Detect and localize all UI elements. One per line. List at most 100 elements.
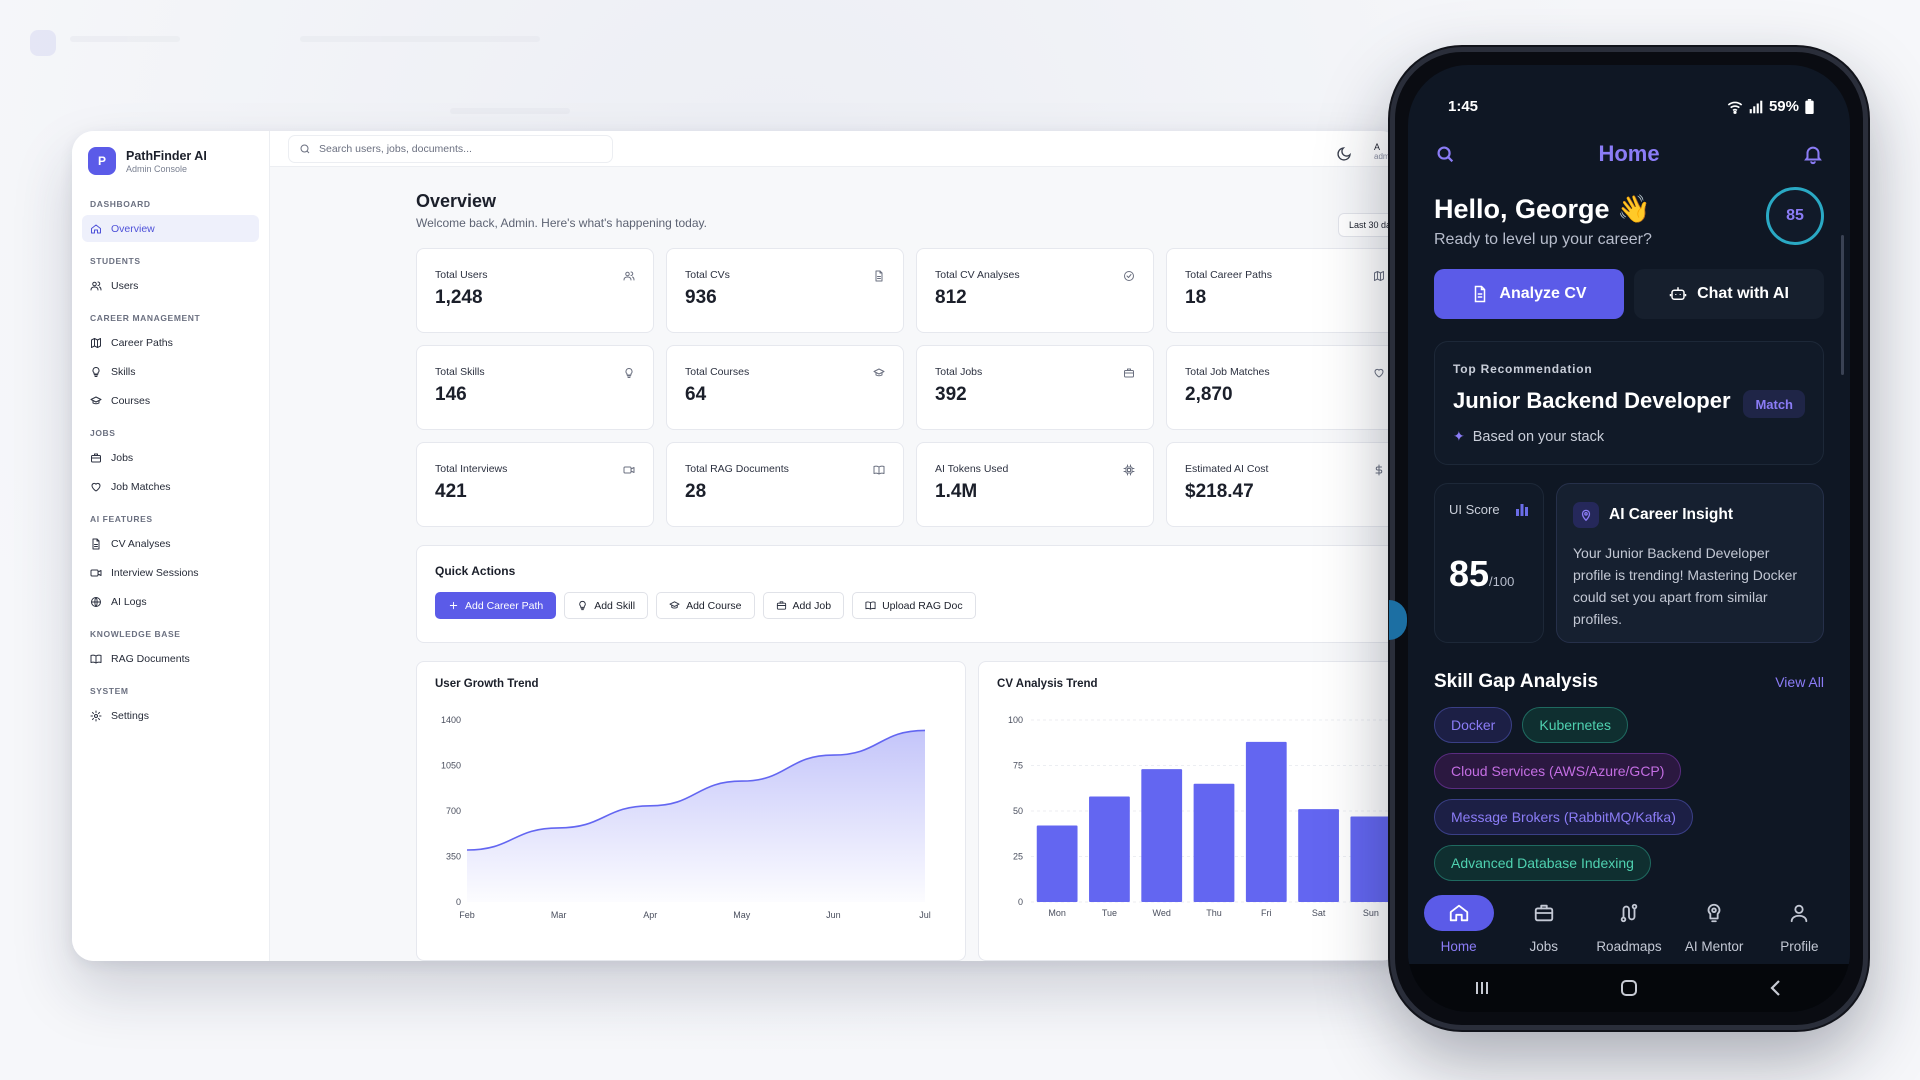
ai-insight-card[interactable]: AI Career Insight Your Junior Backend De… xyxy=(1556,483,1824,643)
stat-card[interactable]: Total Interviews 421 xyxy=(416,442,654,527)
insight-text: Your Junior Backend Developer profile is… xyxy=(1573,545,1798,627)
quick-action-label: Add Skill xyxy=(594,599,636,612)
file-icon xyxy=(90,538,102,550)
moon-icon[interactable] xyxy=(1336,146,1352,162)
cv-analysis-chart-svg: 0 25 50 75 100 Mon Tue Wed Thu Fri Sat Sun xyxy=(1008,715,1398,918)
users-icon xyxy=(623,269,635,281)
stat-card[interactable]: Total Users 1,248 xyxy=(416,248,654,333)
stat-card[interactable]: Total Skills 146 xyxy=(416,345,654,430)
cpu-icon xyxy=(1123,463,1135,476)
sidebar-item-job-matches[interactable]: Job Matches xyxy=(82,473,259,500)
tab-label: AI Mentor xyxy=(1684,938,1744,954)
skill-chip[interactable]: Advanced Database Indexing xyxy=(1434,845,1651,881)
admin-window: P PathFinder AI Admin Console DASHBOARD O… xyxy=(72,131,1402,961)
x-tick-label: Jun xyxy=(826,910,841,920)
stat-card[interactable]: Total Job Matches 2,870 xyxy=(1166,345,1402,430)
skill-chip[interactable]: Message Brokers (RabbitMQ/Kafka) xyxy=(1434,799,1693,835)
home-button-icon[interactable] xyxy=(1619,978,1639,998)
add-course-button[interactable]: Add Course xyxy=(656,592,755,619)
score-ring[interactable]: 85 xyxy=(1766,187,1824,245)
view-all-link[interactable]: View All xyxy=(1775,674,1824,690)
add-skill-button[interactable]: Add Skill xyxy=(564,592,649,619)
gear-icon xyxy=(90,710,102,722)
bar[interactable] xyxy=(1089,796,1130,902)
sidebar-item-interview-sessions[interactable]: Interview Sessions xyxy=(82,559,259,586)
sparkle-icon: ✦ xyxy=(1453,428,1465,444)
stat-card[interactable]: AI Tokens Used 1.4M xyxy=(916,442,1154,527)
add-job-button[interactable]: Add Job xyxy=(762,592,845,619)
bar[interactable] xyxy=(1298,809,1339,902)
sidebar-item-rag-documents[interactable]: RAG Documents xyxy=(82,645,259,672)
stat-card[interactable]: Estimated AI Cost $218.47 xyxy=(1166,442,1402,527)
system-nav-bar xyxy=(1408,964,1850,1012)
stat-value: 1.4M xyxy=(935,481,978,502)
bar[interactable] xyxy=(1036,825,1078,902)
ui-score-card[interactable]: UI Score 85/100 xyxy=(1434,483,1544,643)
ui-score-value: 85/100 xyxy=(1449,553,1515,594)
edge-panel-handle[interactable] xyxy=(1389,600,1407,640)
tab-ai-mentor[interactable]: AI Mentor xyxy=(1679,895,1749,954)
skill-chip[interactable]: Cloud Services (AWS/Azure/GCP) xyxy=(1434,753,1682,789)
recents-icon[interactable] xyxy=(1472,978,1492,998)
stat-label: Total Career Paths xyxy=(1185,269,1272,281)
sidebar-item-label: Jobs xyxy=(111,451,134,464)
search-icon[interactable] xyxy=(1434,143,1456,165)
brand-subtitle: Admin Console xyxy=(126,163,188,174)
sidebar-item-ai-logs[interactable]: AI Logs xyxy=(82,588,259,615)
bar[interactable] xyxy=(1141,769,1183,902)
sidebar-item-courses[interactable]: Courses xyxy=(82,387,259,414)
analyze-cv-button[interactable]: Analyze CV xyxy=(1434,269,1624,319)
recommendation-card[interactable]: Top Recommendation Junior Backend Develo… xyxy=(1434,341,1824,465)
tab-roadmaps[interactable]: Roadmaps xyxy=(1594,895,1664,954)
bar[interactable] xyxy=(1350,816,1392,902)
stat-card[interactable]: Total Career Paths 18 xyxy=(1166,248,1402,333)
y-tick-label: 1050 xyxy=(441,761,461,771)
back-icon[interactable] xyxy=(1766,978,1786,998)
sidebar-section-title: AI FEATURES xyxy=(90,514,153,524)
search-placeholder: Search users, jobs, documents... xyxy=(319,142,472,155)
sidebar-item-career-paths[interactable]: Career Paths xyxy=(82,329,259,356)
bar[interactable] xyxy=(1245,741,1287,902)
map-icon xyxy=(1373,269,1385,281)
tab-home[interactable]: Home xyxy=(1423,894,1494,954)
upload-rag-doc-button[interactable]: Upload RAG Doc xyxy=(852,592,976,619)
sidebar-item-settings[interactable]: Settings xyxy=(82,702,259,729)
book-icon xyxy=(865,600,876,611)
sidebar-item-skills[interactable]: Skills xyxy=(82,358,259,385)
sidebar-item-label: Career Paths xyxy=(111,336,173,349)
brand[interactable]: P PathFinder AI Admin Console xyxy=(82,147,259,185)
y-tick-label: 1400 xyxy=(441,715,461,725)
skill-chip[interactable]: Kubernetes xyxy=(1522,707,1628,743)
chat-with-ai-button[interactable]: Chat with AI xyxy=(1634,269,1824,319)
bell-icon[interactable] xyxy=(1802,143,1824,165)
add-career-path-button[interactable]: Add Career Path xyxy=(435,592,557,619)
stat-label: Total RAG Documents xyxy=(685,463,789,475)
briefcase-icon xyxy=(1509,895,1579,931)
sidebar-item-label: RAG Documents xyxy=(111,652,190,665)
stat-card[interactable]: Total Courses 64 xyxy=(666,345,904,430)
stat-card[interactable]: Total CV Analyses 812 xyxy=(916,248,1154,333)
bar[interactable] xyxy=(1193,783,1235,902)
stat-card[interactable]: Total CVs 936 xyxy=(666,248,904,333)
search-input[interactable]: Search users, jobs, documents... xyxy=(288,134,613,163)
sidebar-item-jobs[interactable]: Jobs xyxy=(82,444,259,471)
tab-jobs[interactable]: Jobs xyxy=(1509,895,1579,954)
sidebar-item-cv-analyses[interactable]: CV Analyses xyxy=(82,530,259,557)
sidebar-item-overview[interactable]: Overview xyxy=(82,215,259,242)
sidebar-item-users[interactable]: Users xyxy=(82,272,259,299)
stat-value: 2,870 xyxy=(1185,384,1233,405)
stat-label: Total Interviews xyxy=(435,463,508,475)
quick-action-label: Add Course xyxy=(686,599,742,612)
wifi-icon xyxy=(1727,101,1743,114)
stat-value: 936 xyxy=(685,287,717,308)
dollar-icon xyxy=(1373,463,1385,476)
skill-chip[interactable]: Docker xyxy=(1434,707,1513,743)
x-tick-label: Sat xyxy=(1312,908,1326,918)
stat-card[interactable]: Total Jobs 392 xyxy=(916,345,1154,430)
stat-card[interactable]: Total RAG Documents 28 xyxy=(666,442,904,527)
sidebar-item-label: AI Logs xyxy=(111,595,147,608)
sidebar-item-label: Job Matches xyxy=(111,480,171,493)
stat-value: 64 xyxy=(685,384,707,405)
brand-name: PathFinder AI xyxy=(126,148,207,163)
tab-profile[interactable]: Profile xyxy=(1764,895,1834,954)
